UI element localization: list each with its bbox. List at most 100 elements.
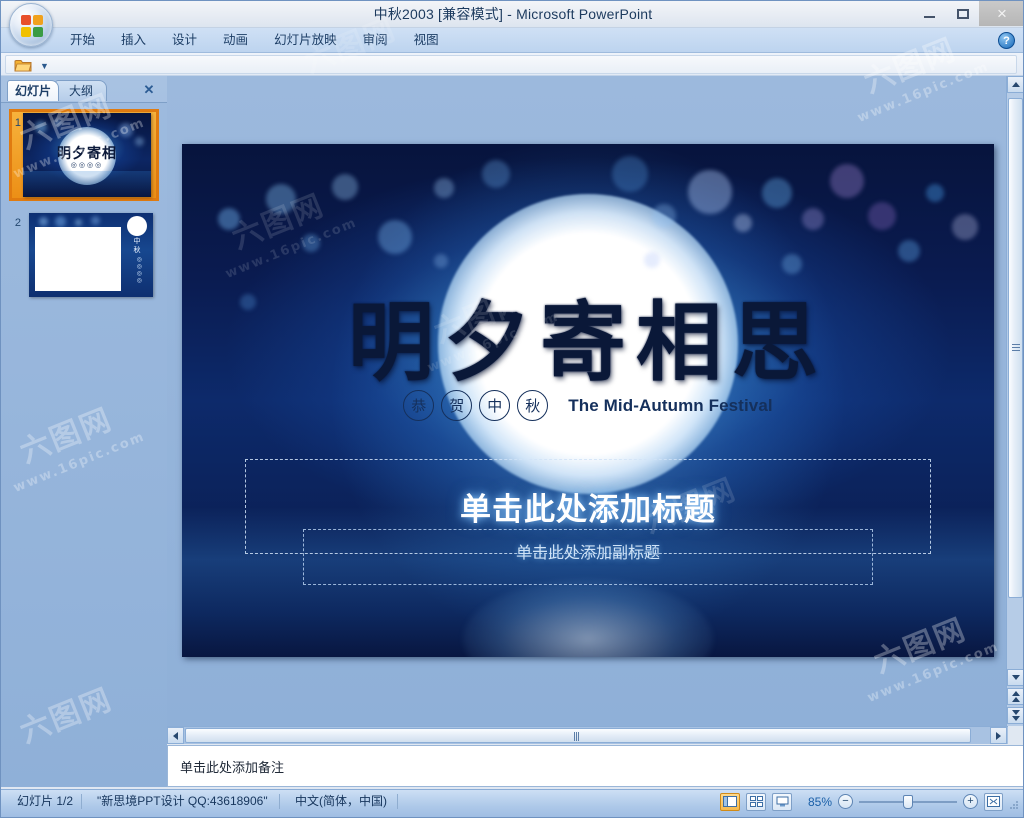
- zoom-slider-handle[interactable]: [903, 795, 913, 809]
- zoom-controls: 85% − +: [720, 791, 1019, 812]
- resize-grip-icon[interactable]: [1009, 797, 1019, 809]
- slide-edit-area: 明夕寄相思 恭 贺 中 秋 The Mid-Autumn Festival 单击…: [167, 76, 1023, 726]
- theme-name[interactable]: "新思境PPT设计 QQ:43618906": [87, 790, 278, 812]
- bokeh-circle: [302, 234, 320, 252]
- thumbnail-2-image: 中秋 ◎ ◎ ◎ ◎: [29, 213, 153, 297]
- scroll-right-button[interactable]: [990, 727, 1007, 744]
- close-pane-icon[interactable]: ✕: [141, 82, 157, 98]
- seal-char-3: 中: [479, 390, 511, 421]
- thumbnail-list[interactable]: 1 明夕寄相 ◎◎◎◎ 2 中秋 ◎ ◎ ◎ ◎: [1, 102, 167, 787]
- scroll-grip-icon: [574, 732, 582, 741]
- horizontal-scrollbar[interactable]: [167, 726, 1008, 744]
- horizontal-scroll-thumb[interactable]: [185, 728, 971, 743]
- previous-slide-button[interactable]: [1007, 688, 1023, 705]
- bokeh-circle: [762, 178, 792, 208]
- title-placeholder-text: 单击此处添加标题: [460, 492, 716, 527]
- thumbnail-2[interactable]: 中秋 ◎ ◎ ◎ ◎: [29, 213, 153, 297]
- tab-insert[interactable]: 插入: [108, 28, 159, 53]
- tab-outline[interactable]: 大纲: [55, 80, 107, 101]
- bokeh-circle: [612, 156, 648, 192]
- bokeh-circle: [266, 184, 296, 214]
- bokeh-circle: [688, 170, 732, 214]
- thumbnail-1[interactable]: 明夕寄相 ◎◎◎◎: [23, 113, 151, 197]
- bokeh-circle: [868, 202, 896, 230]
- ribbon-tabs: 开始 插入 设计 动画 幻灯片放映 审阅 视图: [57, 28, 452, 53]
- title-bar: 中秋2003 [兼容模式] - Microsoft PowerPoint ×: [1, 1, 1023, 28]
- powerpoint-window: 中秋2003 [兼容模式] - Microsoft PowerPoint × 开…: [0, 0, 1024, 818]
- close-button[interactable]: ×: [979, 1, 1023, 26]
- bokeh-circle: [434, 254, 448, 268]
- thumbnail-1-image: 明夕寄相 ◎◎◎◎: [23, 113, 151, 197]
- list-item[interactable]: 1 明夕寄相 ◎◎◎◎: [1, 103, 167, 209]
- bokeh-circle: [652, 204, 676, 228]
- bokeh-circle: [482, 160, 510, 188]
- view-slide-sorter-button[interactable]: [746, 792, 766, 811]
- slideshow-icon: [776, 796, 788, 807]
- bokeh-circle: [830, 164, 864, 198]
- status-divider: [279, 794, 280, 809]
- bokeh-circle: [952, 214, 978, 240]
- fit-to-window-button[interactable]: [984, 792, 1003, 811]
- slide-counter[interactable]: 幻灯片 1/2: [7, 790, 83, 812]
- vertical-scroll-thumb[interactable]: [1008, 98, 1023, 598]
- open-folder-icon[interactable]: [14, 58, 32, 72]
- vertical-scrollbar[interactable]: [1006, 76, 1023, 726]
- bokeh-circle: [898, 240, 920, 262]
- slide-canvas[interactable]: 明夕寄相思 恭 贺 中 秋 The Mid-Autumn Festival 单击…: [182, 144, 994, 657]
- double-chevron-down-icon: [1011, 710, 1020, 721]
- pane-tab-group: 大纲 幻灯片 ✕: [7, 80, 163, 101]
- next-slide-button[interactable]: [1007, 707, 1023, 724]
- bokeh-circle: [802, 208, 824, 230]
- slide-sorter-icon: [749, 796, 763, 807]
- zoom-slider[interactable]: [859, 794, 957, 809]
- tab-slides[interactable]: 幻灯片: [7, 80, 59, 101]
- tab-home[interactable]: 开始: [57, 28, 108, 53]
- scroll-up-button[interactable]: [1007, 76, 1023, 93]
- minimize-button[interactable]: [913, 1, 945, 26]
- tab-animation[interactable]: 动画: [210, 28, 261, 53]
- view-slideshow-button[interactable]: [772, 792, 792, 811]
- subtitle-placeholder[interactable]: 单击此处添加副标题: [303, 529, 873, 585]
- list-item[interactable]: 2 中秋 ◎ ◎ ◎ ◎: [1, 209, 167, 309]
- bokeh-circle: [644, 252, 660, 268]
- scroll-left-button[interactable]: [167, 727, 184, 744]
- status-divider: [397, 794, 398, 809]
- seal-char-2: 贺: [441, 390, 473, 421]
- chevron-right-icon: [996, 731, 1001, 740]
- subtitle-placeholder-text: 单击此处添加副标题: [515, 545, 660, 562]
- zoom-in-button[interactable]: +: [963, 794, 978, 809]
- notes-pane[interactable]: 单击此处添加备注: [167, 745, 1023, 787]
- office-button[interactable]: [9, 3, 53, 47]
- toolbar-dropdown-icon[interactable]: ▼: [40, 61, 49, 71]
- scroll-down-button[interactable]: [1007, 669, 1023, 686]
- ribbon-tab-bar: 开始 插入 设计 动画 幻灯片放映 审阅 视图 ?: [1, 28, 1023, 53]
- tab-slideshow[interactable]: 幻灯片放映: [261, 28, 350, 53]
- help-icon[interactable]: ?: [998, 32, 1015, 49]
- scroll-grip-icon: [1012, 344, 1020, 352]
- calligraphy-artwork: 明夕寄相思: [182, 272, 994, 397]
- tab-view[interactable]: 视图: [401, 28, 452, 53]
- chevron-up-icon: [1011, 82, 1020, 87]
- thumbnail-number: 2: [14, 217, 21, 229]
- view-normal-button[interactable]: [720, 792, 740, 811]
- slides-pane: 大纲 幻灯片 ✕ 1 明夕寄相 ◎◎◎◎ 2 中秋 ◎ ◎ ◎ ◎: [1, 76, 167, 787]
- festival-line: 恭 贺 中 秋 The Mid-Autumn Festival: [182, 390, 994, 421]
- double-chevron-up-icon: [1011, 691, 1020, 702]
- quick-access-toolbar: ▼: [1, 53, 1023, 76]
- language-indicator[interactable]: 中文(简体，中国): [285, 790, 397, 812]
- zoom-out-button[interactable]: −: [838, 794, 853, 809]
- tab-design[interactable]: 设计: [159, 28, 210, 53]
- maximize-button[interactable]: [947, 1, 979, 26]
- chevron-left-icon: [173, 731, 178, 740]
- quick-access-strip: ▼: [5, 55, 1017, 74]
- bokeh-circle: [332, 174, 358, 200]
- thumbnail-number: 1: [14, 117, 21, 129]
- status-bar: 幻灯片 1/2 "新思境PPT设计 QQ:43618906" 中文(简体，中国): [1, 789, 1023, 817]
- maximize-icon: [957, 8, 969, 19]
- notes-placeholder-text: 单击此处添加备注: [180, 760, 285, 775]
- bokeh-circle: [926, 184, 944, 202]
- seal-char-4: 秋: [517, 390, 549, 421]
- tab-review[interactable]: 审阅: [350, 28, 401, 53]
- zoom-level[interactable]: 85%: [798, 795, 832, 809]
- normal-view-icon: [723, 796, 737, 807]
